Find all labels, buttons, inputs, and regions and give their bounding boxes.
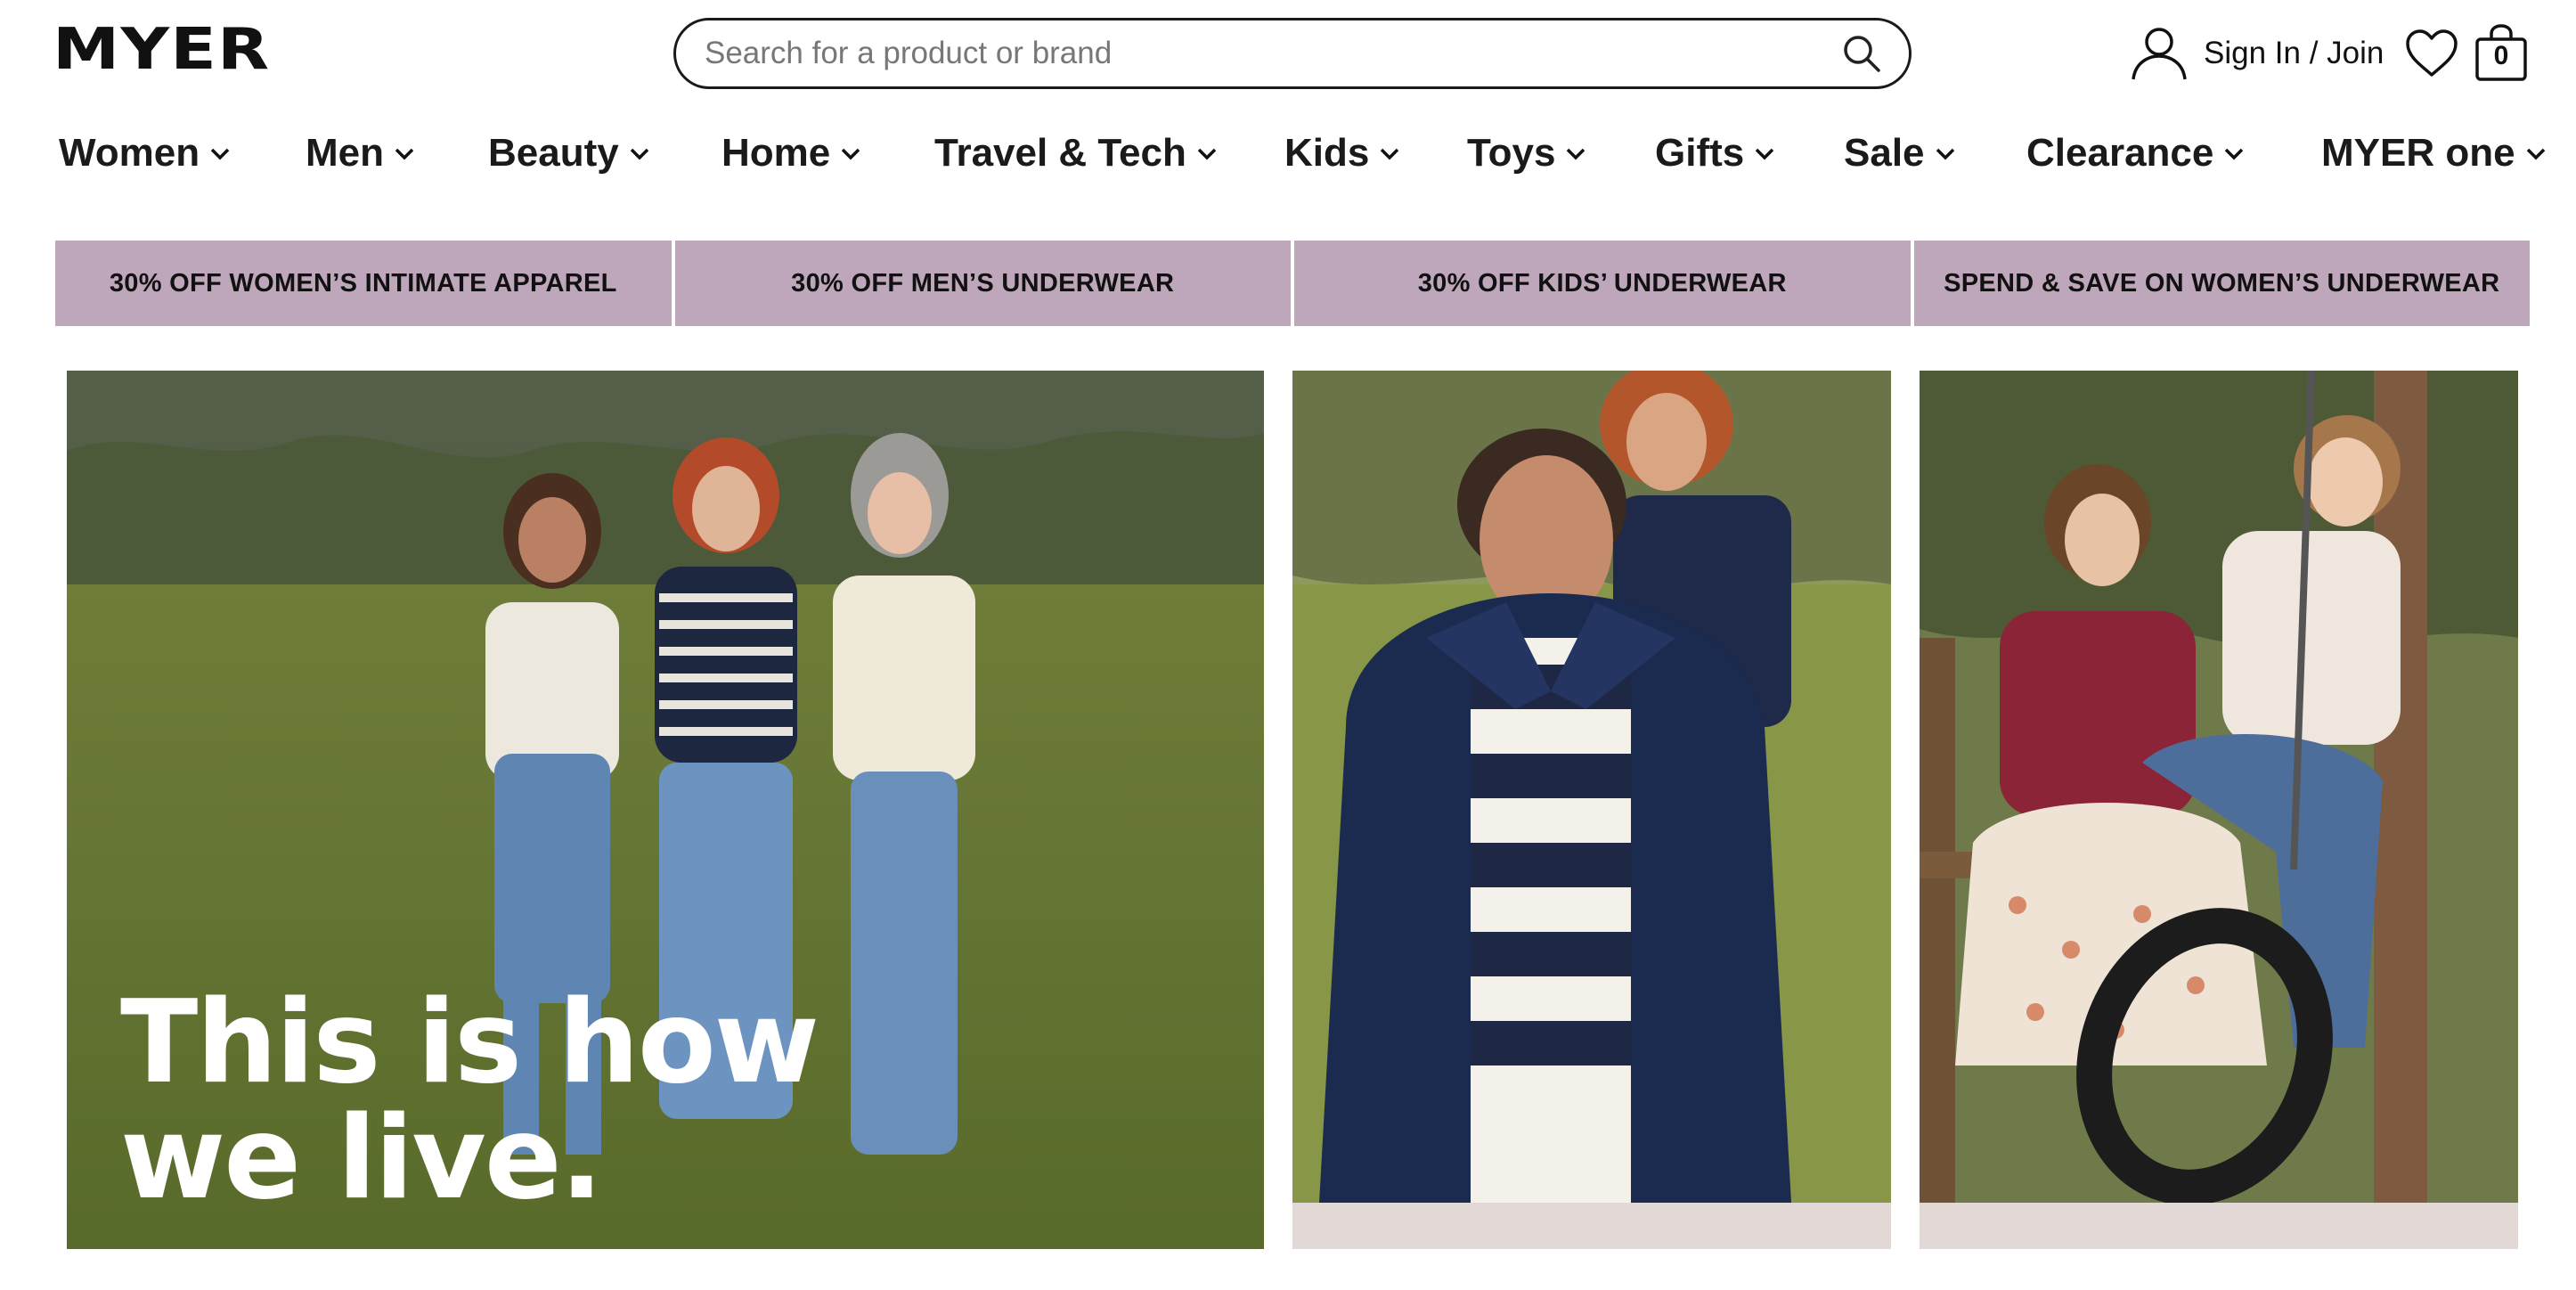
heart-icon[interactable] <box>2403 27 2460 80</box>
bag-count-badge: 0 <box>2493 41 2509 70</box>
promo-bar: 30% OFF WOMEN’S INTIMATE APPAREL 30% OFF… <box>55 241 2530 326</box>
nav-item-label: Toys <box>1467 131 1556 175</box>
hero-caption-line-1: This is how <box>120 976 819 1109</box>
nav-item-sale[interactable]: Sale <box>1844 125 1957 182</box>
hero-banner-men[interactable] <box>1292 371 1891 1249</box>
account-link[interactable]: Sign In / Join <box>2129 25 2384 82</box>
nav-item-women[interactable]: Women <box>59 125 232 182</box>
nav-item-label: Sale <box>1844 131 1925 175</box>
promo-womens-intimate-apparel[interactable]: 30% OFF WOMEN’S INTIMATE APPAREL <box>55 241 672 326</box>
hero-banner-women[interactable]: This is how we live. <box>67 371 1264 1249</box>
nav-item-gifts[interactable]: Gifts <box>1655 125 1776 182</box>
chevron-down-icon <box>1195 142 1219 165</box>
chevron-down-icon <box>1378 142 1401 165</box>
promo-spend-save-womens-underwear[interactable]: SPEND & SAVE ON WOMEN’S UNDERWEAR <box>1913 241 2530 326</box>
hero-caption-line-2: we live. <box>120 1092 603 1225</box>
chevron-down-icon <box>2524 142 2547 165</box>
chevron-down-icon <box>628 142 651 165</box>
chevron-down-icon <box>2222 142 2246 165</box>
chevron-down-icon <box>208 142 232 165</box>
nav-item-kids[interactable]: Kids <box>1284 125 1401 182</box>
nav-item-beauty[interactable]: Beauty <box>488 125 651 182</box>
hero-caption-strip <box>1292 1203 1891 1249</box>
nav-item-myer-one[interactable]: MYER one <box>2321 125 2547 182</box>
nav-item-clearance[interactable]: Clearance <box>2026 125 2246 182</box>
hero-caption-strip <box>1920 1203 2518 1249</box>
nav-item-label: Men <box>306 131 384 175</box>
nav-item-label: Home <box>721 131 831 175</box>
nav-item-home[interactable]: Home <box>721 125 862 182</box>
nav-item-label: Women <box>59 131 200 175</box>
nav-item-label: Kids <box>1284 131 1370 175</box>
hero-image-men <box>1292 371 1891 1203</box>
nav-item-men[interactable]: Men <box>306 125 416 182</box>
nav-item-label: Travel & Tech <box>934 131 1186 175</box>
myer-logo[interactable]: MYER <box>53 21 270 78</box>
user-icon[interactable] <box>2129 25 2189 82</box>
nav-item-travel-tech[interactable]: Travel & Tech <box>934 125 1219 182</box>
search-bar[interactable] <box>673 18 1912 89</box>
chevron-down-icon <box>839 142 862 165</box>
hero-caption-text: This is how we live. <box>120 976 819 1225</box>
hero-banner-kids[interactable] <box>1920 371 2518 1249</box>
promo-mens-underwear[interactable]: 30% OFF MEN’S UNDERWEAR <box>674 241 1291 326</box>
main-navigation: Women Men Beauty Home Travel & Tech Kids… <box>0 125 2576 182</box>
nav-item-label: Gifts <box>1655 131 1745 175</box>
shopping-bag-button[interactable]: 0 <box>2474 23 2528 82</box>
chevron-down-icon <box>1934 142 1957 165</box>
nav-item-toys[interactable]: Toys <box>1467 125 1587 182</box>
sign-in-join-link[interactable]: Sign In / Join <box>2204 36 2384 71</box>
chevron-down-icon <box>1564 142 1587 165</box>
search-input[interactable] <box>705 36 1841 71</box>
search-icon[interactable] <box>1841 33 1882 74</box>
nav-item-label: Beauty <box>488 131 619 175</box>
nav-item-label: MYER one <box>2321 131 2515 175</box>
promo-kids-underwear[interactable]: 30% OFF KIDS’ UNDERWEAR <box>1294 241 1911 326</box>
hero-image-kids <box>1920 371 2518 1203</box>
chevron-down-icon <box>1753 142 1776 165</box>
nav-item-label: Clearance <box>2026 131 2214 175</box>
chevron-down-icon <box>393 142 416 165</box>
